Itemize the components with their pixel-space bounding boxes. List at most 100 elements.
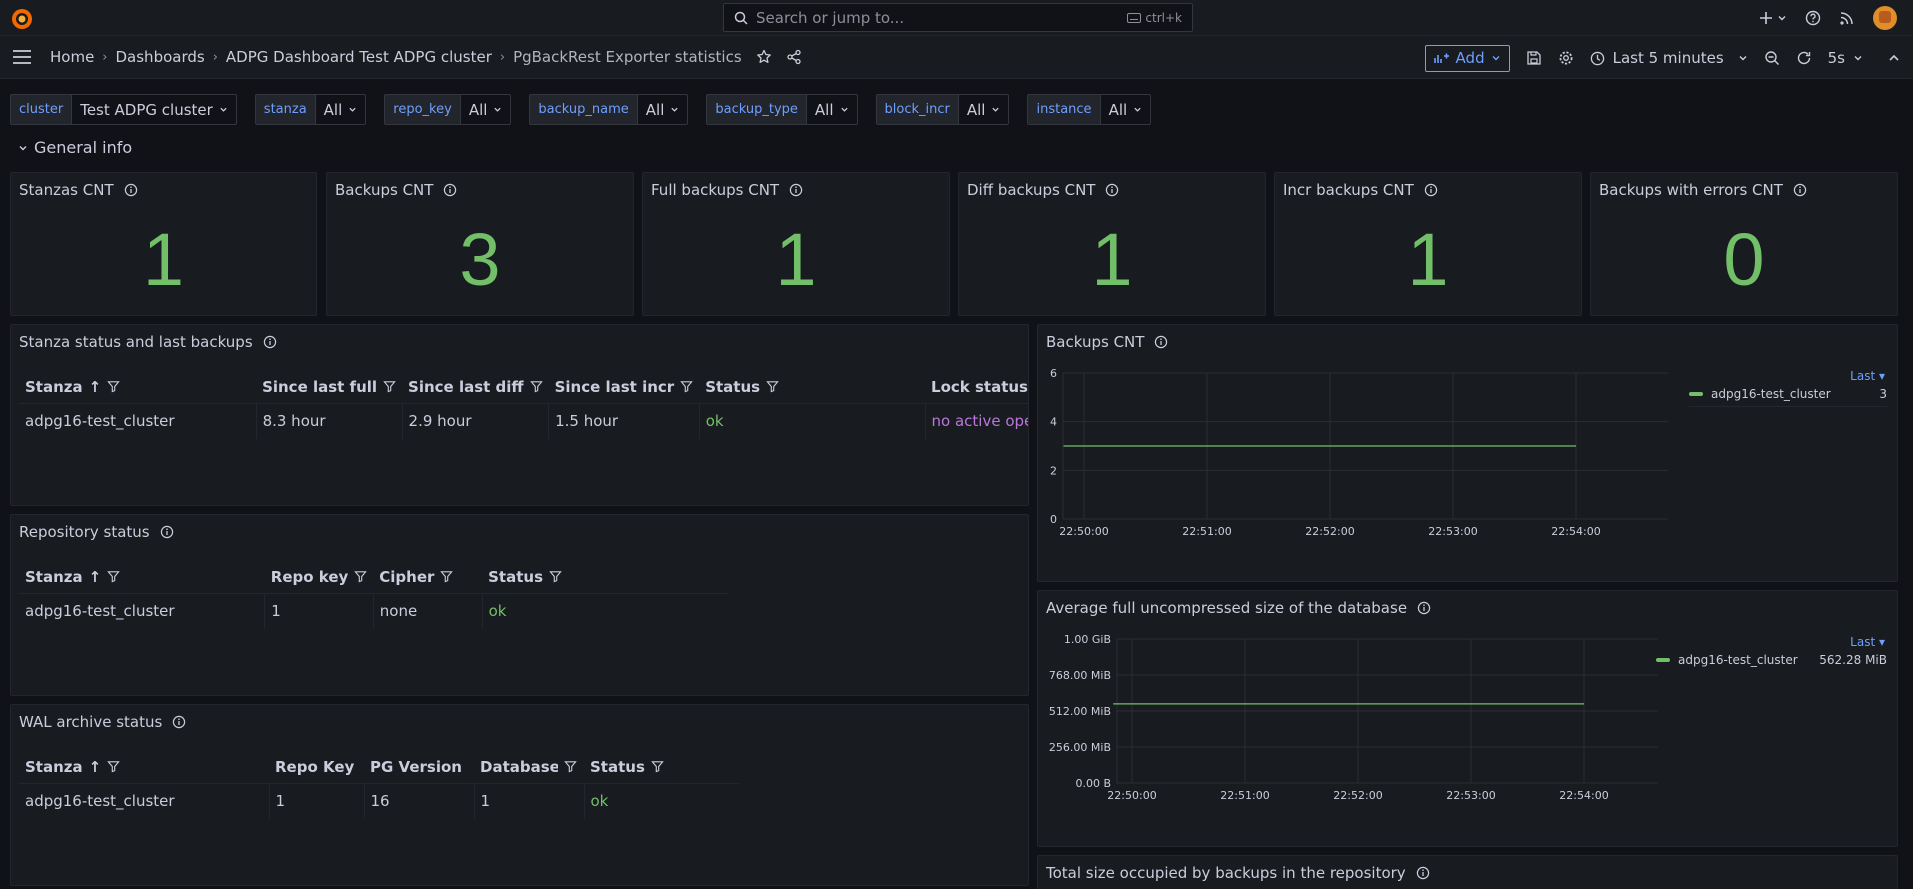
legend-item[interactable]: adpg16-test_cluster 3 xyxy=(1689,387,1887,407)
user-avatar[interactable] xyxy=(1873,6,1897,30)
avg-full-size-chart[interactable]: 0.00 B 256.00 MiB 512.00 MiB 768.00 MiB 1.00… xyxy=(1038,617,1658,847)
info-icon[interactable] xyxy=(1105,183,1119,197)
filter-icon[interactable] xyxy=(680,380,693,393)
stat-panel-backups-errors[interactable]: Backups with errors CNT 0 xyxy=(1590,172,1898,316)
table-row[interactable]: adpg16-test_cluster 8.3 hour 2.9 hour 1.… xyxy=(19,403,1028,439)
refresh-icon[interactable] xyxy=(1796,50,1812,66)
legend-item[interactable]: adpg16-test_cluster 562.28 MiB xyxy=(1656,653,1887,667)
breadcrumb-home[interactable]: Home xyxy=(50,48,94,66)
filter-icon[interactable] xyxy=(107,380,121,393)
backups-cnt-chart[interactable]: 0 2 4 6 22:50:00 22:51:00 22:52:00 22:53:00 22:5… xyxy=(1038,351,1668,581)
filter-icon[interactable] xyxy=(651,760,664,773)
chevron-up-icon[interactable] xyxy=(1887,51,1901,65)
filter-icon[interactable] xyxy=(107,760,121,773)
info-icon[interactable] xyxy=(172,715,186,729)
column-header[interactable]: Lock status xyxy=(925,371,1028,404)
star-icon[interactable] xyxy=(756,49,772,65)
column-header[interactable]: Status xyxy=(584,751,739,784)
repository-status-table: Stanza ↑ Repo key Cipher Status adpg16-te… xyxy=(19,561,729,629)
info-icon[interactable] xyxy=(1154,335,1168,349)
column-header[interactable]: Repo Key xyxy=(269,751,364,784)
search-input[interactable]: Search or jump to... ctrl+k xyxy=(723,3,1193,32)
share-icon[interactable] xyxy=(786,49,802,65)
column-header[interactable]: Repo key xyxy=(264,561,374,594)
column-header[interactable]: Database ID xyxy=(474,751,584,784)
column-header[interactable]: Since last full xyxy=(256,371,403,404)
info-icon[interactable] xyxy=(1416,866,1430,880)
stat-panel-diff-backups[interactable]: Diff backups CNT 1 xyxy=(958,172,1266,316)
variable-select-repo-key[interactable]: All xyxy=(459,94,512,125)
info-icon[interactable] xyxy=(160,525,174,539)
filter-icon[interactable] xyxy=(107,570,121,583)
variable-select-block-incr[interactable]: All xyxy=(957,94,1010,125)
stat-panel-full-backups[interactable]: Full backups CNT 1 xyxy=(642,172,950,316)
info-icon[interactable] xyxy=(263,335,277,349)
table-row[interactable]: adpg16-test_cluster 1 16 1 ok xyxy=(19,783,739,819)
variable-select-stanza[interactable]: All xyxy=(314,94,367,125)
timeseries-panel-total-size[interactable]: Total size occupied by backups in the re… xyxy=(1037,855,1898,889)
column-header[interactable]: Stanza ↑ xyxy=(19,561,265,594)
y-tick-label: 256.00 MiB xyxy=(1049,741,1111,754)
add-button[interactable]: Add xyxy=(1424,44,1510,72)
legend-calc-selector[interactable]: Last ▾ xyxy=(1850,369,1885,383)
table-row[interactable]: adpg16-test_cluster 1 none ok xyxy=(19,593,729,629)
column-header[interactable]: Since last incr xyxy=(548,371,700,404)
breadcrumb-dashboards[interactable]: Dashboards xyxy=(116,48,205,66)
info-icon[interactable] xyxy=(1793,183,1807,197)
row-header-general-info[interactable]: General info xyxy=(18,138,132,157)
filter-icon[interactable] xyxy=(383,380,396,393)
info-icon[interactable] xyxy=(1424,183,1438,197)
settings-gear-icon[interactable] xyxy=(1558,50,1574,66)
menu-icon[interactable] xyxy=(12,49,32,65)
filter-icon[interactable] xyxy=(354,570,368,583)
stat-panel-stanzas[interactable]: Stanzas CNT 1 xyxy=(10,172,317,316)
info-icon[interactable] xyxy=(1417,601,1431,615)
column-header[interactable]: Cipher xyxy=(373,561,483,594)
template-variables: cluster Test ADPG cluster stanza All rep… xyxy=(10,94,1152,125)
filter-icon[interactable] xyxy=(529,380,543,393)
table-panel-repository-status[interactable]: Repository status Stanza ↑ Repo key Ciphe… xyxy=(10,514,1029,696)
zoom-out-icon[interactable] xyxy=(1764,50,1780,66)
news-button[interactable] xyxy=(1839,10,1855,26)
column-header[interactable]: Stanza ↑ xyxy=(19,751,269,784)
stat-panel-incr-backups[interactable]: Incr backups CNT 1 xyxy=(1274,172,1582,316)
stat-value: 3 xyxy=(459,218,501,301)
info-icon[interactable] xyxy=(789,183,803,197)
time-range-picker[interactable]: Last 5 minutes xyxy=(1590,49,1748,67)
column-header[interactable]: Stanza ↑ xyxy=(19,371,257,404)
table-panel-stanza-status[interactable]: Stanza status and last backups Stanza ↑ S… xyxy=(10,324,1029,506)
filter-icon[interactable] xyxy=(549,570,562,583)
column-header-label: Since last diff xyxy=(408,377,524,396)
column-header[interactable]: PG Version xyxy=(364,751,474,784)
grafana-logo-icon[interactable] xyxy=(10,7,34,31)
filter-icon[interactable] xyxy=(440,570,454,583)
stat-panel-backups[interactable]: Backups CNT 3 xyxy=(326,172,634,316)
timeseries-panel-backups-cnt[interactable]: Backups CNT 0 2 4 6 22:50:00 22:51:00 22:52:00… xyxy=(1037,324,1898,582)
row-title: General info xyxy=(34,138,133,157)
table-cell: 1 xyxy=(264,593,374,629)
chevron-down-icon xyxy=(1778,16,1786,21)
table-panel-wal-archive-status[interactable]: WAL archive status Stanza ↑ Repo Key PG V… xyxy=(10,704,1029,886)
new-menu-button[interactable] xyxy=(1759,11,1787,25)
help-button[interactable] xyxy=(1805,10,1821,26)
column-header[interactable]: Status xyxy=(482,561,729,594)
legend-calc-selector[interactable]: Last ▾ xyxy=(1850,635,1885,649)
column-header[interactable]: Status xyxy=(699,371,926,404)
variable-select-backup-name[interactable]: All xyxy=(636,94,689,125)
breadcrumb-folder[interactable]: ADPG Dashboard Test ADPG cluster xyxy=(226,48,492,66)
x-tick-label: 22:50:00 xyxy=(1107,789,1156,802)
column-header[interactable]: Since last diff xyxy=(402,371,549,404)
filter-icon[interactable] xyxy=(766,380,779,393)
variable-select-instance[interactable]: All xyxy=(1099,94,1152,125)
y-tick-label: 1.00 GiB xyxy=(1064,633,1111,646)
info-icon[interactable] xyxy=(124,183,138,197)
save-icon[interactable] xyxy=(1526,50,1542,66)
filter-icon[interactable] xyxy=(564,760,577,773)
refresh-interval-picker[interactable]: 5s xyxy=(1828,49,1863,67)
variable-select-cluster[interactable]: Test ADPG cluster xyxy=(71,94,237,125)
timeseries-panel-avg-full-size[interactable]: Average full uncompressed size of the da… xyxy=(1037,590,1898,847)
table-cell: adpg16-test_cluster xyxy=(19,403,257,439)
variable-select-backup-type[interactable]: All xyxy=(805,94,858,125)
info-icon[interactable] xyxy=(443,183,457,197)
y-tick-label: 2 xyxy=(1050,464,1057,477)
